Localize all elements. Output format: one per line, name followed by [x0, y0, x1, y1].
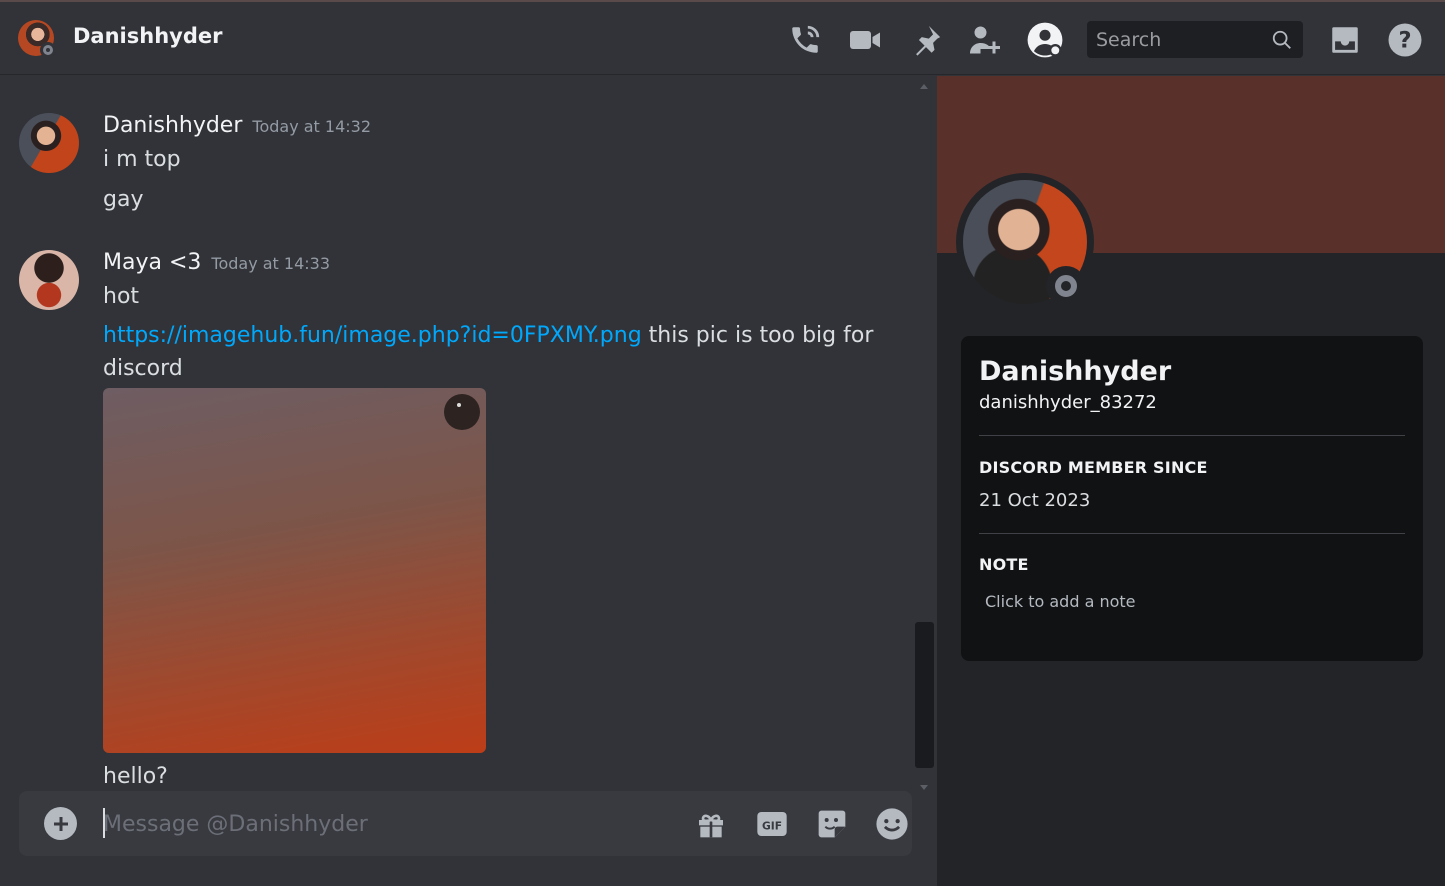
message-text: i m top: [103, 147, 181, 172]
search-input[interactable]: [1087, 21, 1267, 58]
svg-text:?: ?: [1398, 28, 1411, 54]
svg-text:GIF: GIF: [762, 819, 782, 832]
video-camera-icon[interactable]: [845, 20, 885, 60]
message-author[interactable]: Danishhyder Today at 14:32: [103, 113, 371, 138]
emoji-icon[interactable]: [874, 806, 910, 842]
avatar[interactable]: [19, 250, 79, 310]
message-timestamp: Today at 14:32: [252, 117, 372, 136]
message-text: hello?: [103, 764, 168, 789]
status-offline-indicator: [1046, 266, 1086, 306]
channel-header: Danishhyder ?: [0, 2, 1445, 75]
message-text: hot: [103, 284, 140, 309]
member-since-date: 21 Oct 2023: [979, 490, 1091, 511]
avatar[interactable]: [19, 113, 79, 173]
message-list: Danishhyder Today at 14:32 i m top gay Ma…: [0, 76, 913, 790]
plus-icon[interactable]: [44, 807, 77, 840]
profile-username[interactable]: danishhyder_83272: [979, 392, 1157, 413]
gif-icon[interactable]: GIF: [754, 806, 790, 842]
member-since-heading: DISCORD MEMBER SINCE: [979, 458, 1208, 477]
dm-recipient-name[interactable]: Danishhyder: [73, 24, 222, 48]
phone-call-icon[interactable]: [785, 20, 825, 60]
user-profile-icon[interactable]: [1025, 20, 1065, 60]
profile-display-name: Danishhyder: [979, 356, 1172, 387]
image-attachment[interactable]: [103, 388, 486, 753]
add-friend-icon[interactable]: [965, 20, 1005, 60]
message-text: discord: [103, 356, 183, 381]
user-profile-panel: Danishhyder danishhyder_83272 DISCORD ME…: [937, 76, 1445, 886]
message-timestamp: Today at 14:33: [211, 254, 331, 273]
inbox-icon[interactable]: [1325, 20, 1365, 60]
search-icon[interactable]: [1271, 29, 1293, 55]
text-caret: [103, 808, 105, 838]
message-input[interactable]: [103, 803, 663, 845]
message-text-with-link: https://imagehub.fun/image.php?id=0FPXMY…: [103, 323, 874, 348]
message-composer: GIF: [19, 791, 912, 856]
status-offline-indicator: [40, 42, 56, 58]
sticker-icon[interactable]: [814, 806, 850, 842]
message-text: gay: [103, 187, 144, 212]
scroll-down-arrow[interactable]: [920, 785, 928, 790]
note-heading: NOTE: [979, 555, 1029, 574]
profile-card: Danishhyder danishhyder_83272 DISCORD ME…: [961, 336, 1423, 661]
pin-icon[interactable]: [906, 20, 946, 60]
gift-icon[interactable]: [693, 806, 729, 842]
scrollbar-thumb[interactable]: [915, 622, 934, 768]
divider: [979, 435, 1405, 436]
note-input[interactable]: Click to add a note: [985, 592, 1136, 611]
divider: [979, 533, 1405, 534]
message-link[interactable]: https://imagehub.fun/image.php?id=0FPXMY…: [103, 323, 642, 348]
message-author[interactable]: Maya <3 Today at 14:33: [103, 250, 330, 275]
search-bar[interactable]: [1087, 21, 1303, 58]
help-icon[interactable]: ?: [1385, 20, 1425, 60]
image-corner-badge: [444, 394, 480, 430]
header-divider: [0, 76, 913, 79]
scroll-up-arrow[interactable]: [920, 84, 928, 89]
